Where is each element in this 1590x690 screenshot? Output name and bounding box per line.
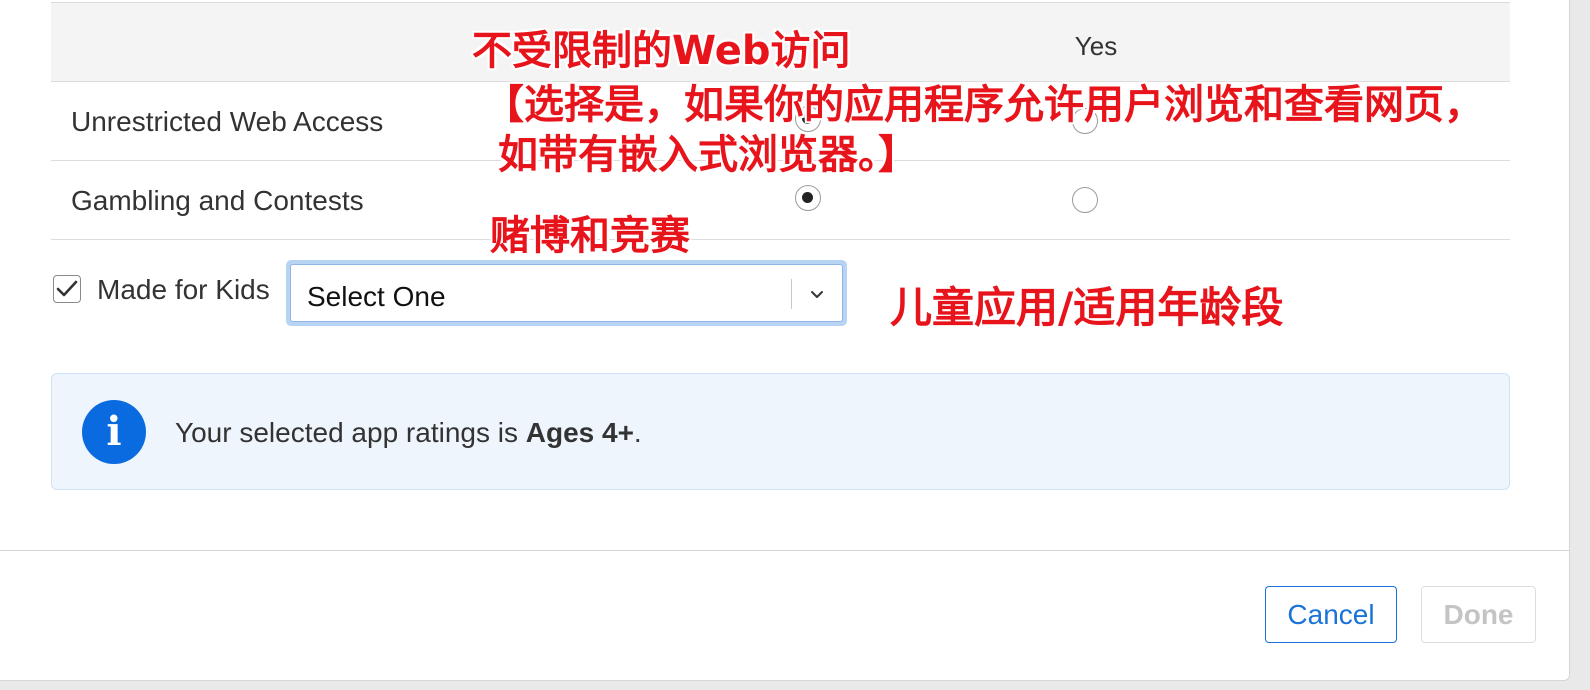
annotation-kids: 儿童应用/适用年龄段 bbox=[890, 283, 1284, 332]
made-for-kids-checkbox[interactable] bbox=[53, 275, 81, 303]
info-icon: i bbox=[82, 400, 146, 464]
done-button[interactable]: Done bbox=[1421, 586, 1536, 643]
column-header-yes: Yes bbox=[1074, 31, 1118, 61]
rating-info-box: i Your selected app ratings is Ages 4+. bbox=[51, 373, 1510, 490]
footer-divider bbox=[0, 550, 1569, 551]
annotation-web-title: 不受限制的Web访问 bbox=[472, 28, 851, 74]
radio-yes[interactable] bbox=[1072, 187, 1098, 213]
select-value: Select One bbox=[307, 281, 446, 312]
rating-info-text: Your selected app ratings is Ages 4+. bbox=[175, 417, 642, 449]
info-text-prefix: Your selected app ratings is bbox=[175, 417, 526, 448]
cancel-button[interactable]: Cancel bbox=[1265, 586, 1397, 643]
annotation-gambling: 赌博和竞赛 bbox=[490, 213, 690, 259]
made-for-kids-label: Made for Kids bbox=[97, 274, 270, 305]
annotation-web-line2: 如带有嵌入式浏览器。】 bbox=[498, 132, 918, 178]
info-text-suffix: . bbox=[633, 417, 642, 448]
radio-no[interactable] bbox=[795, 185, 821, 211]
age-range-select-focus-ring: Select One bbox=[286, 260, 847, 326]
select-divider bbox=[791, 279, 792, 309]
rating-value: Ages 4+ bbox=[525, 417, 634, 448]
made-for-kids-row: Made for Kids Select One bbox=[53, 260, 853, 330]
row-label: Gambling and Contests bbox=[71, 185, 364, 216]
checkmark-icon bbox=[56, 280, 78, 297]
chevron-down-icon[interactable] bbox=[806, 283, 828, 305]
age-range-select[interactable]: Select One bbox=[290, 264, 843, 322]
row-label: Unrestricted Web Access bbox=[71, 106, 384, 137]
